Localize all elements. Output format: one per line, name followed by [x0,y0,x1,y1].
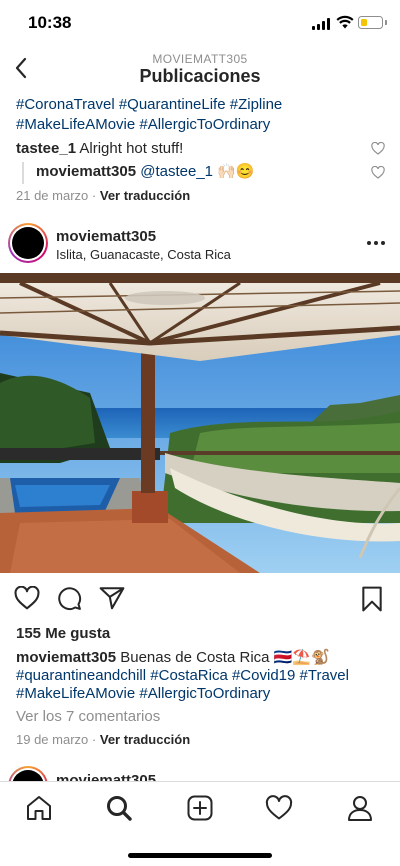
prev-post-meta: 21 de marzo · Ver traducción [16,188,190,203]
bottom-tab-bar [0,781,400,866]
new-post-icon[interactable] [186,794,214,822]
reply-thread-line [22,162,24,184]
status-bar: 10:38 [0,0,400,44]
profile-icon[interactable] [346,794,374,822]
reply-like-heart-icon[interactable] [371,166,385,179]
caption-hashtags-line1[interactable]: #quarantineandchill #CostaRica #Covid19 … [16,666,349,686]
caption-hashtags-line2[interactable]: #MakeLifeAMovie #AllergicToOrdinary [16,684,270,704]
meta-separator: · [91,732,97,747]
bookmark-icon[interactable] [361,586,383,612]
post-date: 19 de marzo [16,732,89,747]
battery-cap [385,20,387,25]
prev-translate-link[interactable]: Ver traducción [100,188,190,203]
avatar[interactable] [8,223,48,263]
comment: tastee_1 Alright hot stuff! [16,139,183,159]
home-icon[interactable] [25,794,53,822]
likes-count[interactable]: 155 Me gusta [16,625,110,642]
search-icon[interactable] [105,794,133,822]
reply-emoji: 🙌🏻😊 [217,163,255,180]
header-username: MOVIEMATT305 [152,52,248,66]
home-indicator [128,853,272,858]
prev-hashtags-line1[interactable]: #CoronaTravel #QuarantineLife #Zipline [16,95,282,115]
activity-heart-icon[interactable] [265,794,293,822]
signal-icon [312,18,330,30]
status-time: 10:38 [28,13,72,32]
page-title: Publicaciones [139,66,261,86]
paper-plane-icon[interactable] [99,586,125,610]
meta-separator: · [91,188,97,203]
post-meta: 19 de marzo · Ver traducción [16,732,190,747]
more-dots-icon[interactable] [367,241,385,247]
comment-text: Alright hot stuff! [79,140,184,157]
reply-mention[interactable]: @tastee_1 [140,163,213,180]
prev-hashtags-line2[interactable]: #MakeLifeAMovie #AllergicToOrdinary [16,115,270,135]
translate-link[interactable]: Ver traducción [100,732,190,747]
battery-icon [358,16,383,29]
caption: moviematt305 Buenas de Costa Rica 🇨🇷⛱️🐒 [16,648,330,668]
comment-user[interactable]: tastee_1 [16,140,76,157]
reply-user[interactable]: moviematt305 [36,163,136,180]
post-photo[interactable] [0,273,400,573]
reply: moviematt305 @tastee_1 🙌🏻😊 [36,162,255,182]
heart-icon[interactable] [14,586,40,610]
caption-user[interactable]: moviematt305 [16,649,116,666]
comment-like-heart-icon[interactable] [371,142,385,155]
battery-level [360,18,367,26]
prev-post-date: 21 de marzo [16,188,89,203]
post-username[interactable]: moviematt305 [56,228,156,245]
post-location[interactable]: Islita, Guanacaste, Costa Rica [56,247,231,262]
caption-text: Buenas de Costa Rica 🇨🇷⛱️🐒 [120,649,330,666]
wifi-icon [336,15,354,29]
nav-header: MOVIEMATT305 Publicaciones [0,44,400,92]
comment-icon[interactable] [57,586,82,611]
view-comments-link[interactable]: Ver los 7 comentarios [16,707,160,727]
